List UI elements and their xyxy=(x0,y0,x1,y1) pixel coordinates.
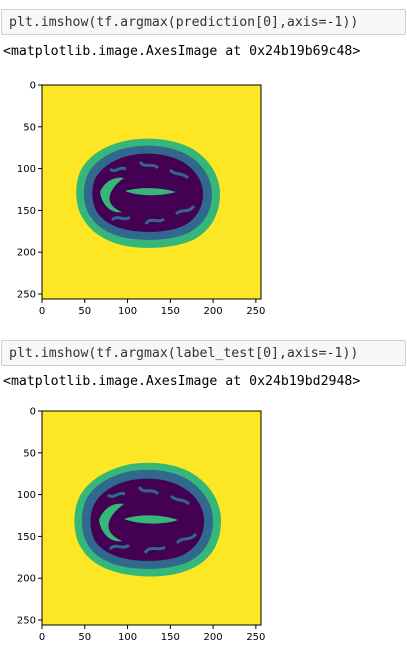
y-tick-label: 100 xyxy=(17,164,36,175)
cell-2-output-text: <matplotlib.image.AxesImage at 0x24b19bd… xyxy=(3,374,361,389)
y-tick-label: 150 xyxy=(17,532,36,543)
x-tick-label: 0 xyxy=(39,306,45,317)
x-tick-label: 0 xyxy=(39,632,45,643)
x-tick-200: 200 xyxy=(204,299,223,317)
cell-2-image-area xyxy=(41,410,262,626)
x-tick-150: 150 xyxy=(161,299,180,317)
x-tick-50: 50 xyxy=(78,625,91,643)
x-tick-50: 50 xyxy=(78,299,91,317)
x-tick-0: 0 xyxy=(39,625,45,643)
cell-1-y-axis: 0 50 100 150 200 250 xyxy=(17,81,42,300)
x-tick-label: 50 xyxy=(78,632,91,643)
x-tick-250: 250 xyxy=(246,299,265,317)
y-tick-150: 150 xyxy=(17,206,42,217)
y-tick-label: 250 xyxy=(17,615,36,626)
cell-1-image-figure: 0 50 100 150 200 250 0 50 100 150 200 250 xyxy=(17,81,266,318)
x-tick-label: 100 xyxy=(118,632,137,643)
code-cell-1-input[interactable]: plt.imshow(tf.argmax(prediction[0],axis=… xyxy=(1,9,406,35)
cell-2-x-axis: 0 50 100 150 200 250 xyxy=(39,625,265,643)
x-tick-label: 100 xyxy=(118,306,137,317)
x-tick-100: 100 xyxy=(118,299,137,317)
x-tick-label: 150 xyxy=(161,306,180,317)
x-tick-label: 50 xyxy=(78,306,91,317)
code-cell-2-text: plt.imshow(tf.argmax(label_test[0],axis=… xyxy=(9,346,359,361)
y-tick-label: 150 xyxy=(17,206,36,217)
x-tick-label: 150 xyxy=(161,632,180,643)
y-tick-100: 100 xyxy=(17,490,42,501)
y-tick-150: 150 xyxy=(17,532,42,543)
cell-2-image-figure: 0 50 100 150 200 250 0 50 100 150 200 250 xyxy=(17,407,266,644)
y-tick-200: 200 xyxy=(17,248,42,259)
x-tick-250: 250 xyxy=(246,625,265,643)
x-tick-label: 250 xyxy=(246,632,265,643)
cell-1-output-text: <matplotlib.image.AxesImage at 0x24b19b6… xyxy=(3,44,361,59)
x-tick-150: 150 xyxy=(161,625,180,643)
cell-2-y-axis: 0 50 100 150 200 250 xyxy=(17,407,42,626)
code-cell-1-text: plt.imshow(tf.argmax(prediction[0],axis=… xyxy=(9,15,359,30)
cell-1-x-axis: 0 50 100 150 200 250 xyxy=(39,299,265,317)
y-tick-label: 50 xyxy=(23,122,36,133)
y-tick-250: 250 xyxy=(17,615,42,626)
y-tick-label: 0 xyxy=(30,407,36,418)
y-tick-200: 200 xyxy=(17,574,42,585)
cell-1-image-area xyxy=(41,84,262,300)
cell-2-plot: 0 50 100 150 200 250 0 50 100 150 200 250 xyxy=(0,401,280,653)
y-tick-0: 0 xyxy=(30,81,42,92)
x-tick-100: 100 xyxy=(118,625,137,643)
y-tick-label: 100 xyxy=(17,490,36,501)
y-tick-50: 50 xyxy=(23,122,42,133)
x-tick-label: 200 xyxy=(204,632,223,643)
y-tick-0: 0 xyxy=(30,407,42,418)
x-tick-200: 200 xyxy=(204,625,223,643)
cell-1-plot: 0 50 100 150 200 250 0 50 100 150 200 250 xyxy=(0,74,280,326)
x-tick-label: 200 xyxy=(204,306,223,317)
y-tick-250: 250 xyxy=(17,289,42,300)
y-tick-label: 200 xyxy=(17,574,36,585)
x-tick-0: 0 xyxy=(39,299,45,317)
code-cell-2-input[interactable]: plt.imshow(tf.argmax(label_test[0],axis=… xyxy=(1,340,406,366)
y-tick-50: 50 xyxy=(23,448,42,459)
y-tick-label: 50 xyxy=(23,448,36,459)
y-tick-label: 250 xyxy=(17,289,36,300)
x-tick-label: 250 xyxy=(246,306,265,317)
y-tick-label: 0 xyxy=(30,81,36,92)
y-tick-label: 200 xyxy=(17,248,36,259)
y-tick-100: 100 xyxy=(17,164,42,175)
